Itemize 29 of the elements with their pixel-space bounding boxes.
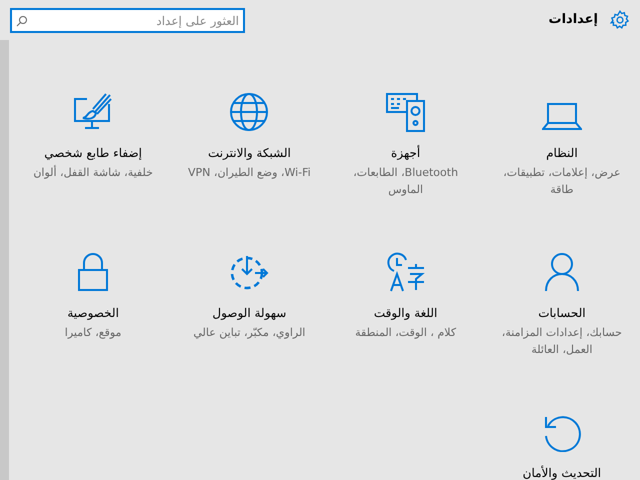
globe-icon [229,92,270,132]
tile-description: حسابك، إعدادات المزامنة، العمل، العائلة [500,325,623,358]
tile-title[interactable]: الشبكة والانترنت [208,144,291,162]
clock-letters-icon [386,252,426,292]
tile-title[interactable]: التحديث والأمان [522,464,602,480]
tile-title[interactable]: سهولة الوصول [212,304,286,322]
tile-description: خلفية، شاشة القفل، ألوان [32,164,154,181]
tile-description: Bluetooth، الطابعات، الماوس [352,165,460,198]
settings-title: إعدادات [548,11,598,30]
tile-description: موقع، كاميرا [64,325,122,341]
monitor-brush-icon [73,92,114,132]
laptop-icon [542,102,582,132]
search-field[interactable]: العثور على إعداد [10,8,245,33]
tile-title[interactable]: اللغة والوقت [374,304,438,322]
keyboard-speaker-icon [386,92,426,132]
tile-description: الراوي، مكبّر، تباين عالي [192,325,306,341]
tile-description: عرض، إعلامات، تطبيقات، طاقة [502,165,622,198]
tile-description: كلام ، الوقت، المنطقة [354,325,458,341]
tile-title[interactable]: الخصوصية [67,304,119,322]
search-icon [16,14,28,26]
tile-description: Wi-Fi، وضع الطيران، VPN [187,165,312,181]
tile-title[interactable]: إضفاء طابع شخصي [44,144,142,162]
person-icon [544,252,580,292]
tile-title[interactable]: النظام [546,144,578,162]
scrollbar[interactable] [0,40,9,480]
tile-title[interactable]: الحسابات [538,304,586,322]
settings-icon[interactable] [610,10,630,30]
tile-title[interactable]: أجهزة [391,144,420,162]
padlock-icon [77,252,110,292]
